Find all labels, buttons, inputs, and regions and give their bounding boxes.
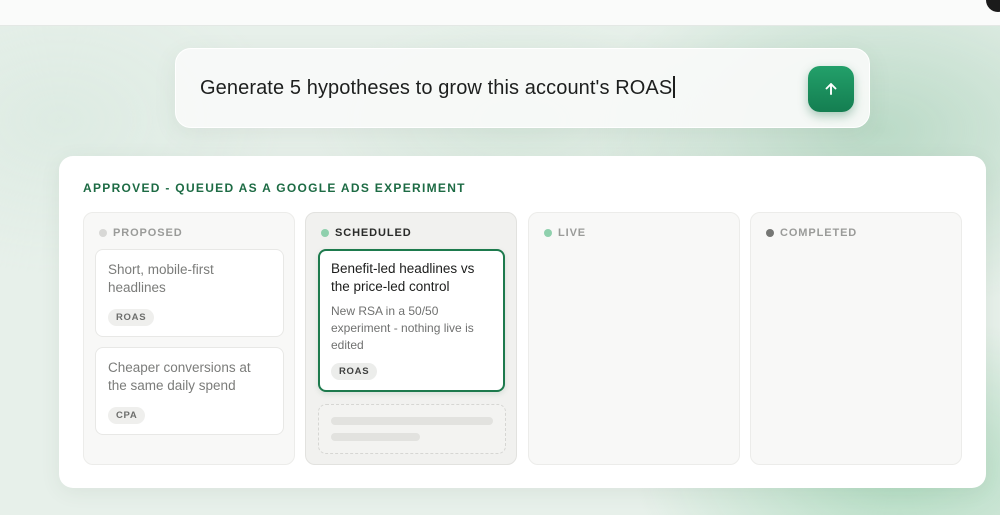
column-label: SCHEDULED [335, 227, 412, 239]
metric-tag: ROAS [108, 309, 155, 326]
hypothesis-card[interactable]: Short, mobile-first headlines ROAS [95, 249, 284, 337]
hypothesis-title: Cheaper conversions at the same daily sp… [108, 360, 251, 393]
column-proposed: PROPOSED Short, mobile-first headlines R… [83, 212, 295, 465]
column-header: SCHEDULED [321, 227, 412, 239]
board-title: APPROVED - QUEUED AS A GOOGLE ADS EXPERI… [83, 181, 466, 195]
column-header: COMPLETED [766, 227, 857, 239]
status-dot [99, 229, 107, 237]
column-header: PROPOSED [99, 227, 183, 239]
experiment-board: APPROVED - QUEUED AS A GOOGLE ADS EXPERI… [59, 156, 986, 488]
status-dot [766, 229, 774, 237]
avatar[interactable] [986, 0, 1000, 12]
hypothesis-card-selected[interactable]: Benefit-led headlines vs the price-led c… [318, 249, 505, 392]
drop-placeholder [318, 404, 506, 454]
column-live: LIVE [528, 212, 740, 465]
hypothesis-description: New RSA in a 50/50 experiment - nothing … [331, 304, 474, 352]
column-header: LIVE [544, 227, 586, 239]
prompt-input[interactable]: Generate 5 hypotheses to grow this accou… [200, 76, 676, 100]
column-scheduled: SCHEDULED Benefit-led headlines vs the p… [305, 212, 517, 465]
column-label: LIVE [558, 227, 587, 239]
skeleton-line [331, 417, 493, 425]
status-dot [321, 229, 329, 237]
skeleton-line [331, 433, 420, 441]
send-button[interactable] [808, 66, 854, 112]
prompt-text: Generate 5 hypotheses to grow this accou… [200, 77, 673, 99]
column-label: PROPOSED [113, 227, 183, 239]
top-bar [0, 0, 1000, 26]
text-caret [673, 76, 676, 98]
status-dot [544, 229, 552, 237]
hypothesis-card[interactable]: Cheaper conversions at the same daily sp… [95, 347, 284, 435]
hypothesis-title: Benefit-led headlines vs the price-led c… [331, 261, 475, 294]
metric-tag: ROAS [331, 363, 378, 380]
arrow-up-icon [825, 83, 837, 95]
metric-tag: CPA [108, 407, 146, 424]
column-label: COMPLETED [780, 227, 858, 239]
prompt-box[interactable]: Generate 5 hypotheses to grow this accou… [175, 48, 870, 128]
column-completed: COMPLETED [750, 212, 962, 465]
hypothesis-title: Short, mobile-first headlines [108, 262, 214, 295]
